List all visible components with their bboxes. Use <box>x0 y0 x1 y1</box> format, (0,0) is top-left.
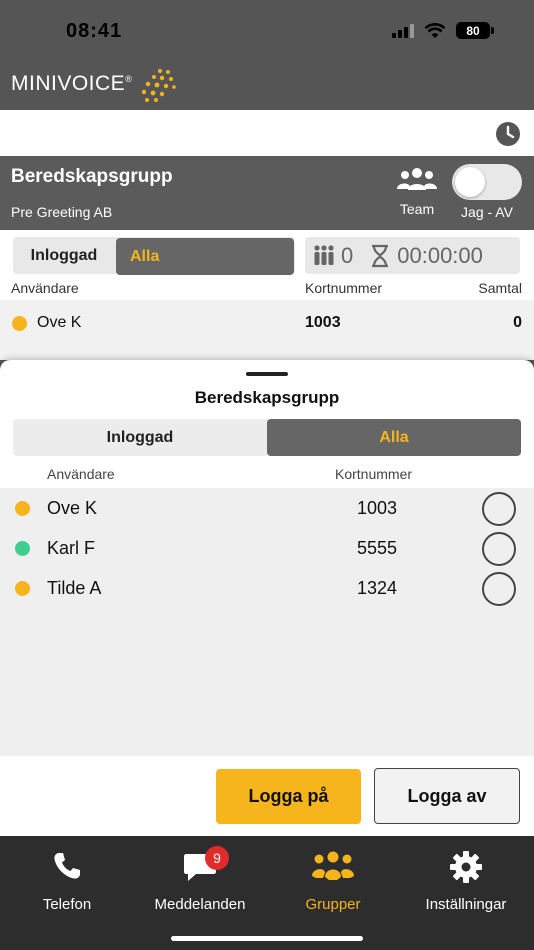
toggle-knob <box>455 167 485 197</box>
home-indicator[interactable] <box>171 936 363 941</box>
header-user: Användare <box>11 280 79 296</box>
gear-icon <box>450 851 482 883</box>
user-card: 5555 <box>357 538 398 558</box>
tab-label: Telefon <box>42 896 92 913</box>
queue-count: 0 <box>341 242 354 268</box>
status-dot <box>15 581 30 596</box>
list-item[interactable]: Tilde A 1324 <box>0 568 534 608</box>
user-card: 1324 <box>357 578 398 598</box>
filter-logged-in[interactable]: Inloggad <box>13 237 115 274</box>
queue-people-icon <box>314 244 334 265</box>
filter-segment: Inloggad Alla <box>13 237 295 275</box>
status-icons: 80 <box>392 22 494 39</box>
header-card: Kortnummer <box>305 280 383 296</box>
logout-button[interactable]: Logga av <box>374 768 520 824</box>
tab-bar: Telefon 9 Meddelanden Grupper Inställnin… <box>0 836 534 950</box>
table-row[interactable]: Ove K 1003 0 <box>0 300 534 360</box>
tab-label: Inställningar <box>425 896 507 913</box>
group-login-sheet: Beredskapsgrupp Inloggad Alla Användare … <box>0 360 534 836</box>
queue-stats: 0 00:00:00 <box>305 237 520 274</box>
user-name: Karl F <box>47 538 96 558</box>
user-name: Tilde A <box>47 578 102 598</box>
unread-badge: 9 <box>205 846 229 870</box>
row-name: Ove K <box>37 314 82 331</box>
team-button[interactable]: Team <box>392 166 442 217</box>
team-icon <box>397 168 437 190</box>
status-time: 08:41 <box>66 20 123 42</box>
brand-mark: ® <box>125 74 133 84</box>
tab-telefon[interactable]: Telefon <box>0 836 134 926</box>
tab-label: Meddelanden <box>154 896 246 913</box>
sheet-tab-all[interactable]: Alla <box>267 419 521 456</box>
select-radio[interactable] <box>482 492 516 526</box>
sheet-tab-logged-in[interactable]: Inloggad <box>13 419 267 456</box>
sheet-header-card: Kortnummer <box>335 466 413 482</box>
row-card: 1003 <box>305 314 341 331</box>
sheet-header-user: Användare <box>47 466 115 482</box>
tab-meddelanden[interactable]: 9 Meddelanden <box>133 836 267 926</box>
group-title: Beredskapsgrupp <box>11 166 173 187</box>
clock-icon[interactable] <box>494 120 522 148</box>
hourglass-icon <box>372 244 389 267</box>
battery-icon: 80 <box>456 22 494 39</box>
group-header: Beredskapsgrupp Pre Greeting AB Team Jag… <box>0 156 534 230</box>
sheet-title: Beredskapsgrupp <box>194 388 340 407</box>
user-card: 1003 <box>357 498 398 518</box>
sheet-table-headers: Användare Kortnummer <box>0 464 534 486</box>
status-dot <box>12 316 27 331</box>
team-label: Team <box>399 201 435 217</box>
status-dot <box>15 541 30 556</box>
availability-toggle-block: Jag - AV <box>450 164 524 220</box>
row-calls: 0 <box>513 314 522 331</box>
wait-time: 00:00:00 <box>397 242 483 268</box>
select-radio[interactable] <box>482 532 516 566</box>
status-bar: 08:41 80 <box>0 0 534 60</box>
sheet-grabber[interactable] <box>246 372 288 376</box>
sheet-user-list: Ove K 1003 Karl F 5555 Tilde A 1324 <box>0 488 534 756</box>
list-item[interactable]: Ove K 1003 <box>0 488 534 528</box>
user-name: Ove K <box>47 498 98 518</box>
groups-icon <box>312 851 354 880</box>
history-strip <box>0 110 534 156</box>
availability-toggle[interactable] <box>452 164 522 200</box>
tab-installningar[interactable]: Inställningar <box>399 836 533 926</box>
sheet-segment: Inloggad Alla <box>13 419 521 456</box>
select-radio[interactable] <box>482 572 516 606</box>
filter-row: Inloggad Alla 0 00:00:00 Användare Kortn… <box>0 230 534 300</box>
header-calls: Samtal <box>478 280 522 296</box>
phone-icon <box>54 853 80 879</box>
wifi-icon <box>424 22 446 38</box>
signal-icon <box>392 23 414 38</box>
brand-logo-text: MINIVOICE® <box>11 72 132 96</box>
brand-bar: MINIVOICE® <box>0 60 534 110</box>
filter-all[interactable]: Alla <box>116 238 294 275</box>
group-company: Pre Greeting AB <box>11 204 113 220</box>
brand-logo-icon <box>141 69 176 102</box>
battery-level: 80 <box>466 23 480 38</box>
list-item[interactable]: Karl F 5555 <box>0 528 534 568</box>
brand-name: MINIVOICE <box>11 72 126 95</box>
login-button[interactable]: Logga på <box>216 769 361 824</box>
status-dot <box>15 501 30 516</box>
toggle-label: Jag - AV <box>461 204 513 220</box>
top-table-headers: Användare Kortnummer Samtal <box>0 278 534 300</box>
tab-grupper[interactable]: Grupper <box>266 836 400 926</box>
tab-label: Grupper <box>305 896 361 913</box>
